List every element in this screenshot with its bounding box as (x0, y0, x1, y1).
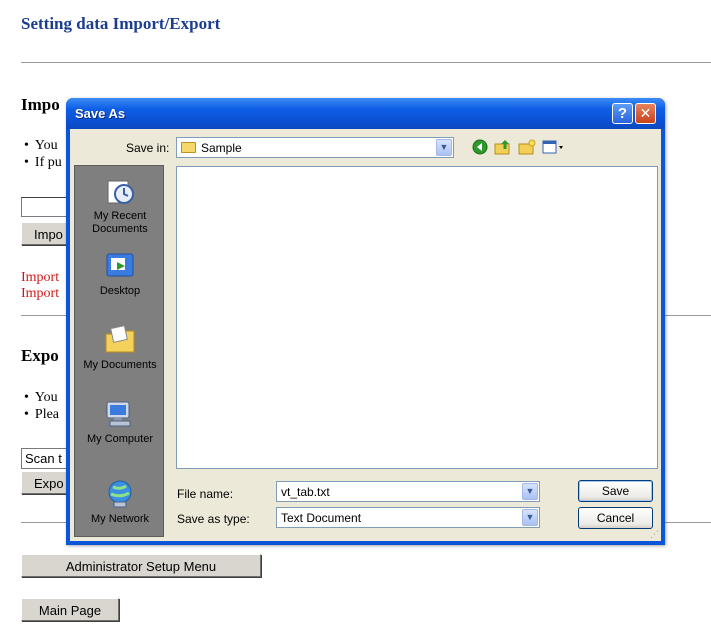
status-line: Import (21, 270, 60, 285)
file-list[interactable] (176, 166, 658, 469)
main-page-button[interactable]: Main Page (21, 598, 119, 621)
page-title: Setting data Import/Export (21, 14, 221, 33)
place-label: My Computer (86, 433, 154, 445)
list-item: You (24, 389, 59, 406)
list-item: Plea (24, 406, 59, 423)
file-name-value: vt_tab.txt (281, 485, 330, 499)
place-my-computer[interactable]: My Computer (75, 398, 165, 446)
recent-documents-icon (107, 180, 134, 204)
places-bar: My Recent Documents Desktop My Documents… (74, 165, 164, 537)
save-in-value: Sample (201, 141, 242, 155)
place-desktop[interactable]: Desktop (75, 250, 165, 298)
import-status: Import Import (21, 270, 59, 302)
dialog-title: Save As (75, 106, 126, 121)
export-heading: Expo (21, 346, 59, 365)
my-documents-icon (105, 325, 135, 353)
close-button[interactable]: ✕ (635, 103, 656, 124)
import-instructions: You If pu (24, 137, 62, 171)
back-icon[interactable] (472, 139, 488, 158)
cancel-button[interactable]: Cancel (578, 507, 653, 529)
save-button[interactable]: Save (578, 480, 653, 502)
place-my-recent-documents[interactable]: My Recent Documents (75, 175, 165, 236)
up-folder-icon[interactable] (494, 139, 512, 158)
save-in-combo[interactable]: Sample ▼ (176, 137, 454, 158)
place-label: My Recent Documents (92, 210, 148, 235)
new-folder-icon[interactable] (518, 139, 536, 158)
place-label: Desktop (99, 285, 141, 297)
save-as-type-select[interactable]: Text Document ▼ (276, 507, 540, 528)
list-item: You (24, 137, 62, 154)
administrator-setup-menu-button[interactable]: Administrator Setup Menu (21, 554, 261, 577)
views-menu-icon[interactable] (542, 139, 566, 158)
chevron-down-icon[interactable]: ▼ (522, 483, 538, 500)
help-button[interactable]: ? (612, 103, 633, 124)
folder-icon (181, 142, 196, 153)
place-label: My Network (90, 513, 150, 525)
close-icon: ✕ (639, 105, 652, 121)
help-icon: ? (617, 105, 628, 122)
divider (21, 62, 711, 63)
export-instructions: You Plea (24, 389, 59, 423)
dialog-titlebar[interactable]: Save As ? ✕ (66, 98, 665, 129)
save-as-dialog: Save As ? ✕ Save in: Sample ▼ My Recent … (66, 98, 665, 545)
chevron-down-icon[interactable]: ▼ (436, 139, 452, 156)
save-as-type-label: Save as type: (177, 512, 250, 526)
list-item: If pu (24, 154, 62, 171)
desktop-icon (106, 253, 134, 277)
chevron-down-icon[interactable]: ▼ (522, 509, 538, 526)
my-network-icon (108, 480, 132, 508)
file-name-input[interactable]: vt_tab.txt ▼ (276, 481, 540, 502)
import-heading: Impo (21, 95, 60, 114)
my-computer-icon (106, 401, 131, 427)
save-as-type-value: Text Document (281, 511, 362, 525)
save-in-label: Save in: (126, 141, 170, 155)
place-my-network[interactable]: My Network (75, 478, 165, 526)
resize-grip-icon[interactable]: ⋰ (650, 530, 659, 539)
file-name-label: File name: (177, 487, 234, 501)
place-label: My Documents (83, 359, 157, 371)
status-line: Import (21, 286, 60, 301)
dialog-body: Save in: Sample ▼ My Recent Documents De… (70, 129, 661, 541)
place-my-documents[interactable]: My Documents (75, 324, 165, 372)
